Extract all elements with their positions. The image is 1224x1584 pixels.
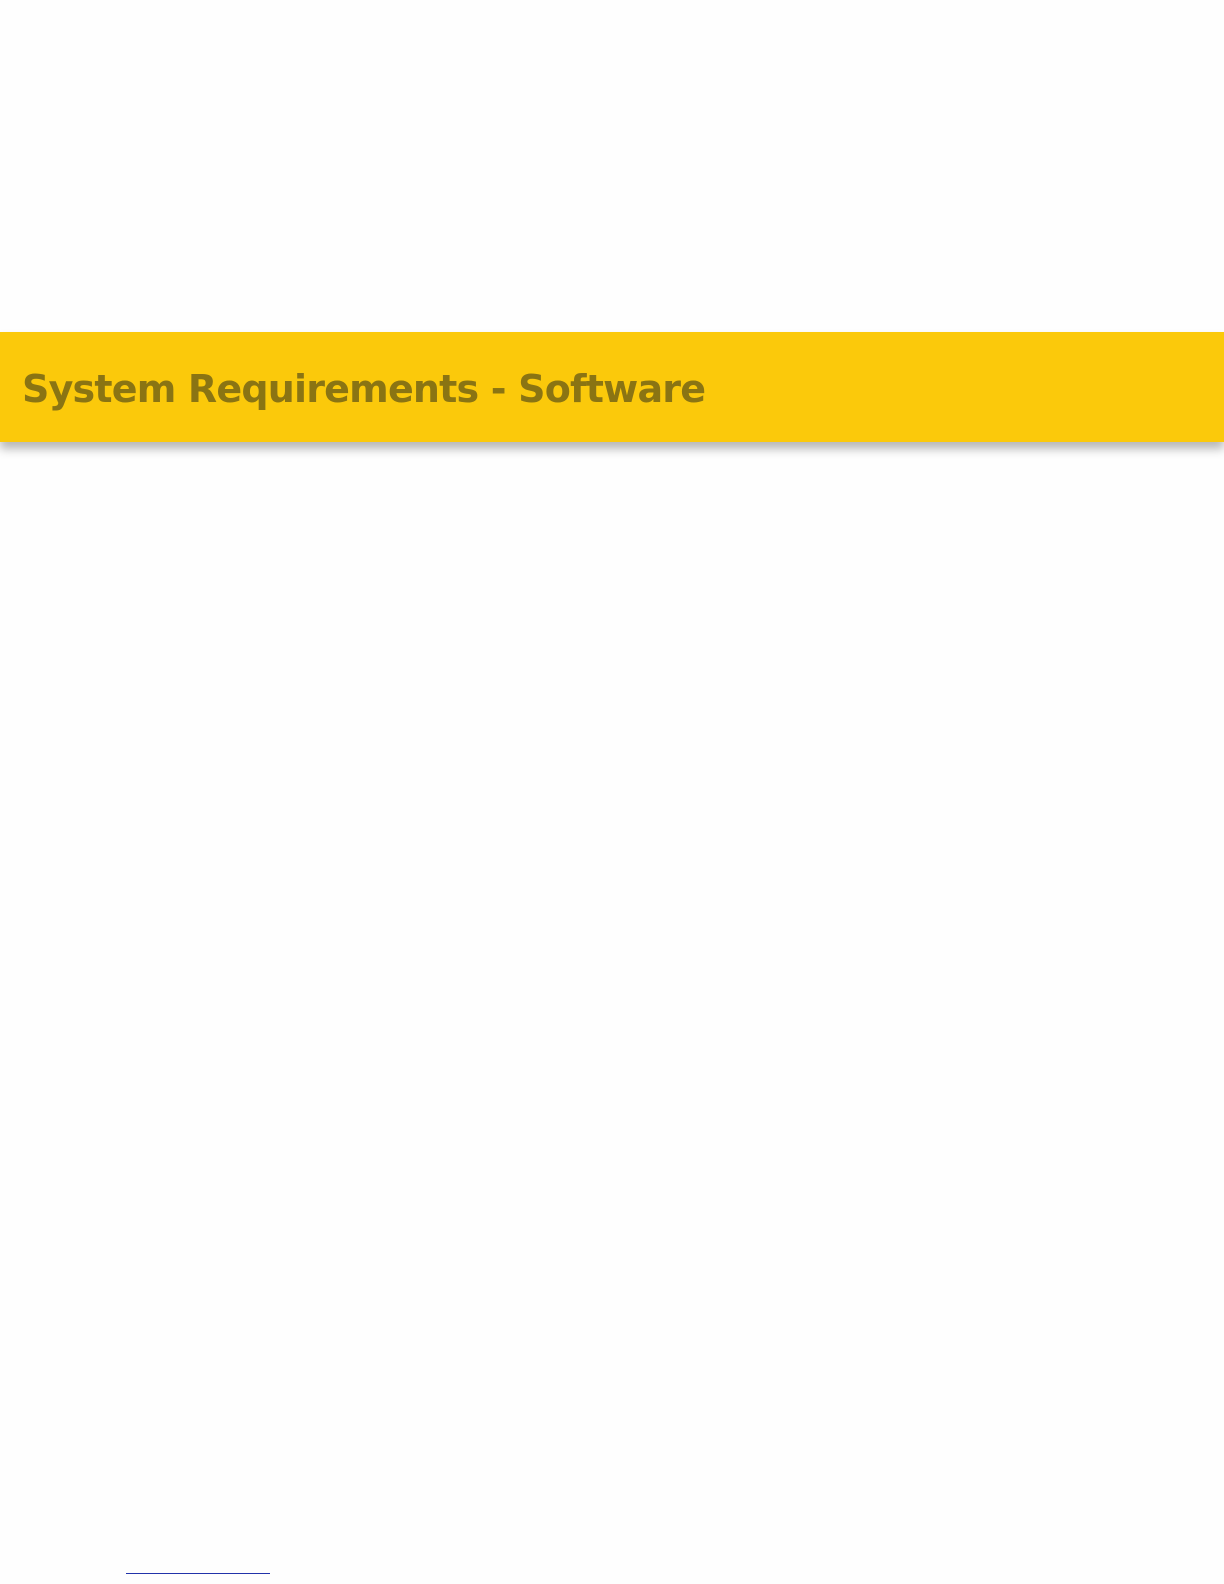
section-title: System Requirements - Software <box>22 367 706 411</box>
footnote-separator <box>126 1573 270 1574</box>
section-banner: System Requirements - Software <box>0 332 1224 442</box>
document-page: System Requirements - Software <box>0 0 1224 1584</box>
